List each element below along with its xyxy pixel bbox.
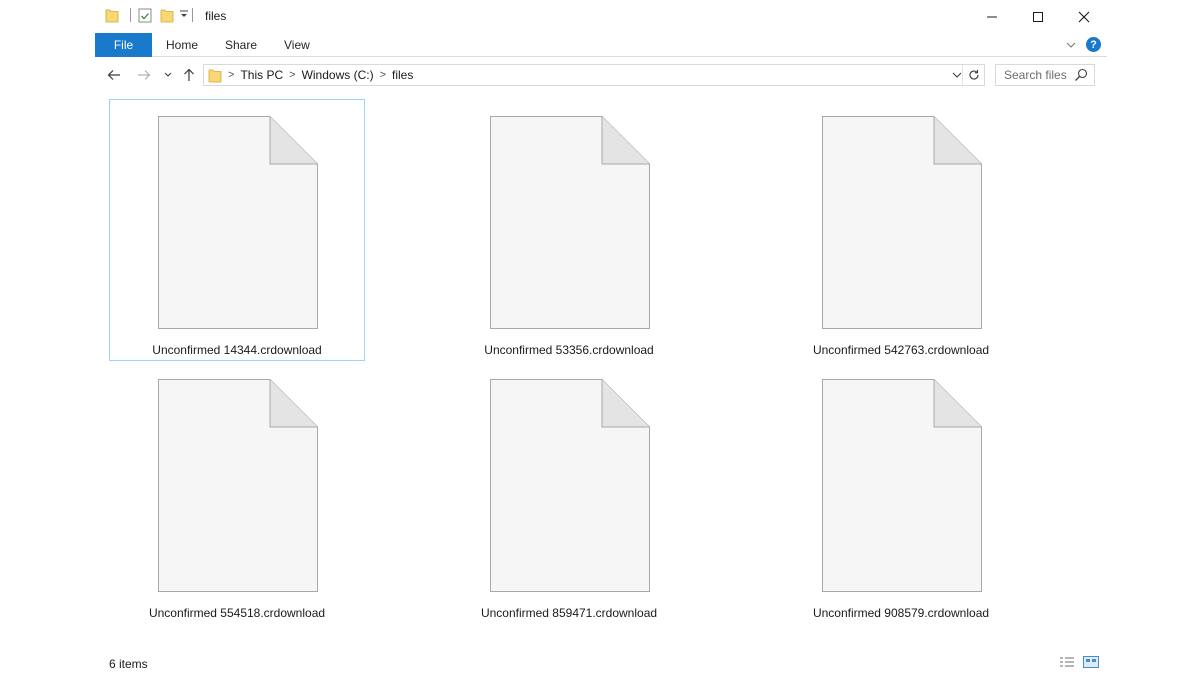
arrow-left-icon [107, 70, 120, 80]
navigation-bar: > This PC > Windows (C:) > files Search … [95, 57, 1107, 93]
folder-icon [208, 69, 222, 82]
file-item[interactable]: Unconfirmed 554518.crdownload [109, 362, 365, 624]
document-icon [490, 116, 650, 329]
properties-icon[interactable] [138, 8, 152, 23]
customize-toolbar-icon[interactable] [179, 8, 189, 20]
forward-button[interactable] [134, 65, 154, 85]
arrow-up-icon [184, 68, 194, 81]
up-button[interactable] [179, 65, 199, 85]
chevron-down-icon [164, 72, 172, 77]
chevron-down-icon [952, 72, 962, 78]
breadcrumb-separator: > [228, 69, 235, 81]
separator [192, 8, 193, 22]
search-box[interactable]: Search files [995, 64, 1095, 86]
document-icon [822, 379, 982, 592]
window-title: files [205, 9, 227, 23]
large-icons-view-button[interactable] [1083, 656, 1099, 671]
address-bar[interactable]: > This PC > Windows (C:) > files [203, 64, 985, 86]
file-name: Unconfirmed 14344.crdownload [152, 343, 322, 357]
file-name: Unconfirmed 542763.crdownload [812, 343, 990, 357]
file-name: Unconfirmed 554518.crdownload [148, 606, 326, 620]
close-button[interactable] [1061, 0, 1107, 33]
refresh-icon [968, 70, 979, 80]
breadcrumb-separator: > [379, 69, 387, 81]
details-view-button[interactable] [1059, 656, 1075, 671]
file-item[interactable]: Unconfirmed 53356.crdownload [441, 99, 697, 361]
file-name: Unconfirmed 859471.crdownload [480, 606, 658, 620]
search-input[interactable]: Search files [1004, 68, 1067, 82]
item-count: 6 items [109, 657, 148, 671]
file-name: Unconfirmed 908579.crdownload [812, 606, 990, 620]
file-explorer-window: files File Home Share View ? > This PC >… [95, 0, 1107, 675]
ribbon-tabs: File Home Share View ? [95, 33, 1107, 57]
file-item[interactable]: Unconfirmed 542763.crdownload [773, 99, 1029, 361]
address-history-button[interactable] [952, 68, 962, 85]
document-icon [158, 379, 318, 592]
details-view-icon [1060, 657, 1074, 667]
file-name: Unconfirmed 53356.crdownload [484, 343, 654, 357]
title-bar: files [95, 0, 1107, 33]
search-icon[interactable] [1074, 68, 1088, 85]
breadcrumb-files[interactable]: files [392, 68, 413, 82]
file-grid: Unconfirmed 14344.crdownload Unconfirmed… [95, 93, 1107, 648]
maximize-icon [1033, 11, 1043, 22]
back-button[interactable] [104, 65, 124, 85]
minimize-button[interactable] [969, 0, 1015, 33]
tab-share[interactable]: Share [225, 38, 257, 52]
large-icons-view-icon [1083, 656, 1099, 668]
tab-home[interactable]: Home [166, 38, 198, 52]
file-item[interactable]: Unconfirmed 859471.crdownload [441, 362, 697, 624]
tab-view[interactable]: View [284, 38, 310, 52]
maximize-button[interactable] [1015, 0, 1061, 33]
tab-file[interactable]: File [95, 33, 152, 57]
chevron-down-icon[interactable] [1066, 41, 1076, 49]
minimize-icon [987, 16, 997, 17]
folder-icon [105, 8, 119, 23]
document-icon [158, 116, 318, 329]
close-icon [1078, 11, 1090, 22]
arrow-right-icon [138, 70, 151, 80]
status-bar: 6 items [95, 648, 1107, 675]
breadcrumb-this-pc[interactable]: This PC [240, 68, 283, 82]
document-icon [822, 116, 982, 329]
file-item[interactable]: Unconfirmed 14344.crdownload [109, 99, 365, 361]
document-icon [490, 379, 650, 592]
separator [130, 8, 131, 22]
refresh-button[interactable] [962, 65, 984, 85]
file-item[interactable]: Unconfirmed 908579.crdownload [773, 362, 1029, 624]
help-icon[interactable]: ? [1086, 37, 1101, 52]
breadcrumb-windows-c[interactable]: Windows (C:) [302, 68, 374, 82]
breadcrumb-separator: > [289, 69, 296, 81]
recent-locations-button[interactable] [158, 65, 178, 85]
new-folder-icon[interactable] [160, 8, 174, 23]
